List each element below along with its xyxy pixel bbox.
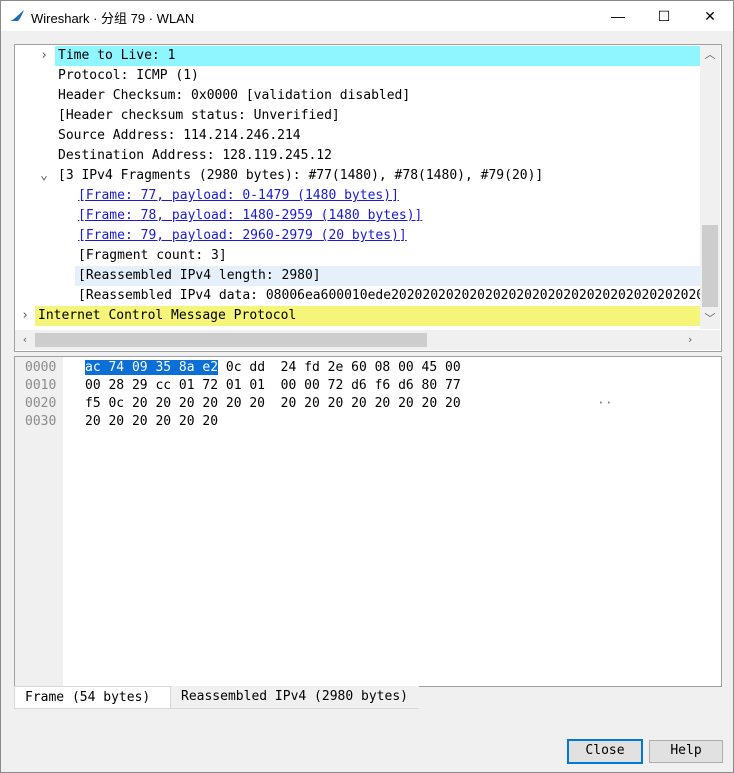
wireshark-fin-icon: [10, 10, 24, 21]
maximize-button[interactable]: ☐: [641, 1, 687, 31]
close-window-button[interactable]: ✕: [687, 1, 733, 31]
tree-row-label: Protocol: ICMP (1): [58, 68, 199, 83]
tree-row-destination[interactable]: Destination Address: 128.119.245.12: [58, 146, 332, 166]
tree-row-reassembled-data[interactable]: [Reassembled IPv4 data: 08006ea600010ede…: [78, 286, 700, 306]
hex-offset: 0000: [25, 360, 57, 375]
tree-row-label: [Frame: 77, payload: 0-1479 (1480 bytes)…: [78, 188, 399, 203]
tree-row-frame-79-link[interactable]: [Frame: 79, payload: 2960-2979 (20 bytes…: [78, 226, 407, 246]
hex-selected-bytes[interactable]: ac 74 09 35 8a e2: [85, 360, 219, 375]
tree-row-checksum[interactable]: Header Checksum: 0x0000 [validation disa…: [58, 86, 410, 106]
tree-row-fragment-count[interactable]: [Fragment count: 3]: [78, 246, 227, 266]
horizontal-scroll-thumb[interactable]: [35, 333, 427, 347]
close-button[interactable]: Close: [567, 739, 643, 764]
hex-offset: 0030: [25, 414, 57, 429]
expand-arrow-icon[interactable]: ›: [18, 306, 32, 326]
hex-bytes[interactable]: 0c dd 24 fd 2e 60 08 00 45 00: [218, 360, 461, 375]
title-bar[interactable]: Wireshark · 分组 79 · WLAN — ☐ ✕: [1, 1, 733, 31]
window-title: Wireshark · 分组 79 · WLAN: [31, 11, 195, 26]
scroll-left-icon[interactable]: ‹: [15, 330, 35, 350]
hex-line[interactable]: ac 74 09 35 8a e2 0c dd 24 fd 2e 60 08 0…: [85, 360, 461, 375]
tab-frame[interactable]: Frame (54 bytes): [14, 686, 171, 708]
vertical-scrollbar[interactable]: ︿ ﹀: [700, 45, 720, 329]
hex-bytes[interactable]: 20 20 20 20 20 20: [85, 414, 218, 429]
tree-row-checksum-status[interactable]: [Header checksum status: Unverified]: [58, 106, 340, 126]
hex-offset: 0010: [25, 378, 57, 393]
help-button[interactable]: Help: [649, 740, 723, 763]
tree-row-label: [Reassembled IPv4 data: 08006ea600010ede…: [78, 288, 700, 303]
hex-bytes[interactable]: f5 0c 20 20 20 20 20 20 20 20 20 20 20 2…: [85, 396, 461, 411]
tree-row-source[interactable]: Source Address: 114.214.246.214: [58, 126, 301, 146]
vertical-scroll-thumb[interactable]: [702, 225, 718, 307]
tree-row-label: Header Checksum: 0x0000 [validation disa…: [58, 88, 411, 103]
tree-row-label: Internet Control Message Protocol: [38, 308, 297, 323]
tree-row-label: [Frame: 78, payload: 1480-2959 (1480 byt…: [78, 208, 423, 223]
packet-bytes-pane[interactable]: 0000 ac 74 09 35 8a e2 0c dd 24 fd 2e 60…: [14, 356, 722, 687]
maximize-icon: ☐: [657, 8, 671, 24]
tree-row-label: Source Address: 114.214.246.214: [58, 128, 301, 143]
hex-offset: 0020: [25, 396, 57, 411]
tree-row-label: [Header checksum status: Unverified]: [58, 108, 340, 123]
scroll-right-icon[interactable]: ›: [680, 330, 700, 350]
tree-row-label: Destination Address: 128.119.245.12: [58, 148, 332, 163]
dialog-window: Wireshark · 分组 79 · WLAN — ☐ ✕ Time to L…: [0, 0, 734, 773]
tree-row-reassembled-length[interactable]: [Reassembled IPv4 length: 2980]: [75, 266, 703, 286]
tree-row-label: Time to Live: 1: [58, 48, 176, 63]
packet-details-tree[interactable]: Time to Live: 1 › Protocol: ICMP (1) Hea…: [14, 44, 722, 352]
scroll-up-icon[interactable]: ︿: [700, 45, 720, 65]
tree-row-icmp[interactable]: Internet Control Message Protocol: [35, 306, 703, 326]
tree-row-label: [Fragment count: 3]: [78, 248, 227, 263]
tree-row-label: [Frame: 79, payload: 2960-2979 (20 bytes…: [78, 228, 407, 243]
hex-ascii[interactable]: ··: [597, 396, 613, 411]
tree-row-fragments[interactable]: [3 IPv4 Fragments (2980 bytes): #77(1480…: [58, 166, 543, 186]
minimize-icon: —: [611, 8, 625, 24]
horizontal-scrollbar[interactable]: ‹ ›: [15, 330, 720, 350]
tree-row-label: [Reassembled IPv4 length: 2980]: [78, 268, 321, 283]
tree-row-frame-77-link[interactable]: [Frame: 77, payload: 0-1479 (1480 bytes)…: [78, 186, 399, 206]
bytes-tab-bar: Frame (54 bytes) Reassembled IPv4 (2980 …: [14, 686, 419, 709]
tree-row-frame-78-link[interactable]: [Frame: 78, payload: 1480-2959 (1480 byt…: [78, 206, 422, 226]
tree-row-label: [3 IPv4 Fragments (2980 bytes): #77(1480…: [58, 168, 544, 183]
minimize-button[interactable]: —: [595, 1, 641, 31]
close-icon: ✕: [704, 8, 716, 24]
tree-row-protocol[interactable]: Protocol: ICMP (1): [58, 66, 199, 86]
scroll-down-icon[interactable]: ﹀: [700, 309, 720, 329]
tab-reassembled-ipv4[interactable]: Reassembled IPv4 (2980 bytes): [171, 686, 419, 707]
expand-arrow-icon[interactable]: ›: [37, 46, 51, 66]
hex-bytes[interactable]: 00 28 29 cc 01 72 01 01 00 00 72 d6 f6 d…: [85, 378, 461, 393]
collapse-arrow-icon[interactable]: ⌄: [37, 166, 51, 186]
tree-row-ttl[interactable]: Time to Live: 1: [55, 46, 703, 66]
